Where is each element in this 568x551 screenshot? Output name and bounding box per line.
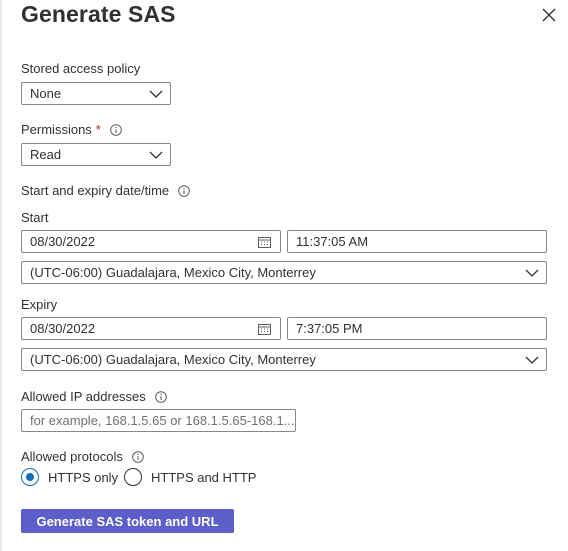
close-button[interactable] — [540, 6, 558, 24]
info-icon[interactable] — [178, 184, 190, 197]
expiry-time-value: 7:37:05 PM — [296, 321, 363, 336]
stored-access-policy-dropdown[interactable]: None — [21, 82, 171, 105]
allowed-ips-label: Allowed IP addresses — [21, 389, 167, 404]
info-icon[interactable] — [132, 450, 144, 463]
stored-access-policy-label: Stored access policy — [21, 61, 140, 76]
expiry-date-input[interactable]: 08/30/2022 — [21, 317, 281, 340]
permissions-value: Read — [30, 147, 62, 162]
chevron-down-icon — [525, 356, 539, 364]
chevron-down-icon — [149, 90, 163, 98]
expiry-timezone-dropdown[interactable]: (UTC-06:00) Guadalajara, Mexico City, Mo… — [21, 348, 547, 371]
radio-https-and-http[interactable]: HTTPS and HTTP — [124, 468, 256, 486]
expiry-timezone-value: (UTC-06:00) Guadalajara, Mexico City, Mo… — [30, 352, 316, 367]
chevron-down-icon — [149, 151, 163, 159]
radio-https-only-label: HTTPS only — [48, 469, 119, 485]
radio-https-and-http-label: HTTPS and HTTP — [151, 469, 257, 485]
radio-unchecked-indicator[interactable] — [124, 468, 142, 486]
calendar-icon[interactable] — [258, 323, 271, 335]
radio-https-only[interactable]: HTTPS only — [21, 468, 118, 486]
allowed-ips-label-text: Allowed IP addresses — [21, 389, 146, 404]
start-date-input[interactable]: 08/30/2022 — [21, 230, 281, 253]
radio-checked-indicator[interactable] — [21, 468, 39, 486]
info-icon[interactable] — [110, 123, 122, 136]
allowed-protocols-label: Allowed protocols — [21, 449, 144, 464]
expiry-label-text: Expiry — [21, 297, 58, 312]
expiry-time-input[interactable]: 7:37:05 PM — [287, 317, 547, 340]
stored-access-policy-label-text: Stored access policy — [21, 61, 141, 76]
required-indicator: * — [95, 122, 101, 137]
permissions-label-text: Permissions — [21, 122, 92, 137]
allowed-ips-input[interactable]: for example, 168.1.5.65 or 168.1.5.65-16… — [21, 409, 296, 432]
stored-access-policy-value: None — [30, 86, 62, 101]
allowed-ips-placeholder: for example, 168.1.5.65 or 168.1.5.65-16… — [30, 413, 295, 428]
allowed-protocols-label-text: Allowed protocols — [21, 449, 123, 464]
panel-left-border — [0, 0, 2, 551]
chevron-down-icon — [525, 269, 539, 277]
date-section-label: Start and expiry date/time — [21, 183, 190, 198]
date-section-label-text: Start and expiry date/time — [21, 183, 170, 198]
permissions-dropdown[interactable]: Read — [21, 143, 171, 166]
start-timezone-value: (UTC-06:00) Guadalajara, Mexico City, Mo… — [30, 265, 316, 280]
expiry-date-value: 08/30/2022 — [30, 321, 96, 336]
permissions-label: Permissions * — [21, 122, 122, 137]
calendar-icon[interactable] — [258, 236, 271, 248]
generate-sas-button[interactable]: Generate SAS token and URL — [21, 509, 234, 533]
start-label-text: Start — [21, 210, 49, 225]
start-timezone-dropdown[interactable]: (UTC-06:00) Guadalajara, Mexico City, Mo… — [21, 261, 547, 284]
start-date-value: 08/30/2022 — [30, 234, 96, 249]
start-time-input[interactable]: 11:37:05 AM — [287, 230, 547, 253]
panel-title: Generate SAS — [21, 1, 176, 27]
start-label: Start — [21, 210, 48, 225]
expiry-label: Expiry — [21, 297, 57, 312]
start-time-value: 11:37:05 AM — [296, 234, 369, 249]
info-icon[interactable] — [154, 390, 167, 403]
close-icon — [542, 8, 556, 22]
